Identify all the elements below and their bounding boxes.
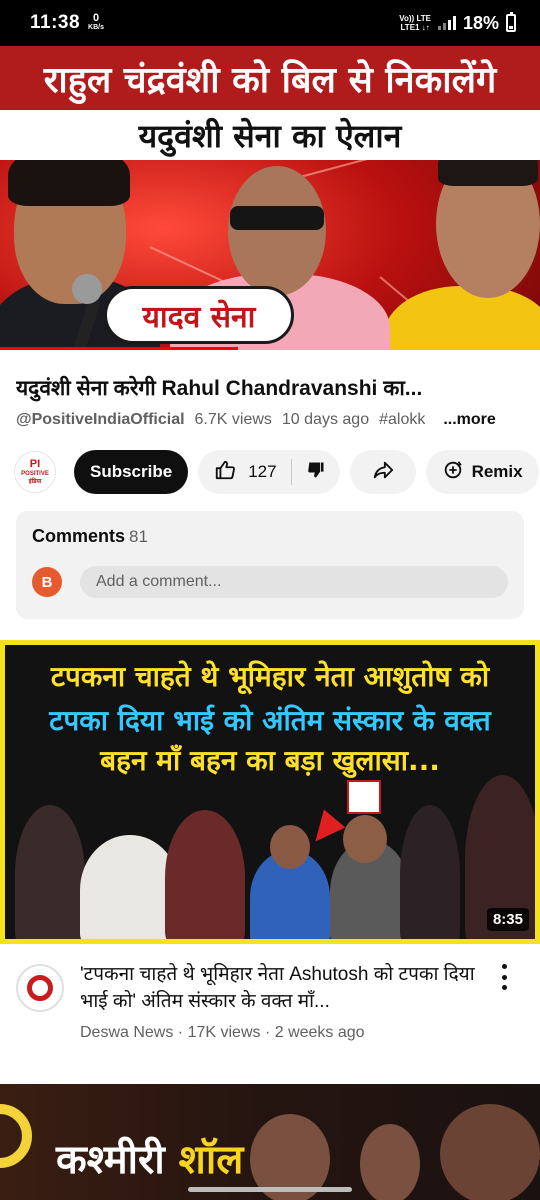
subscribe-button[interactable]: Subscribe xyxy=(74,450,189,494)
video-player[interactable]: राहुल चंद्रवंशी को बिल से निकालेंगे यदुव… xyxy=(0,46,540,350)
thumbs-up-icon[interactable] xyxy=(214,459,236,486)
rec-thumb-line3: बहन माँ बहन का बड़ा खुलासा... xyxy=(100,744,440,777)
battery-level: 18% xyxy=(462,12,499,33)
comments-title: Comments xyxy=(32,526,126,546)
gesture-bar xyxy=(0,1178,540,1200)
rec-thumb-line1: टपकना चाहते थे भूमिहार नेता आशुतोष को xyxy=(50,660,490,693)
like-dislike-group: 127 xyxy=(198,450,340,494)
channel-logo-initials: PI xyxy=(29,458,41,470)
video-duration: 8:35 xyxy=(486,908,529,931)
more-link[interactable]: ...more xyxy=(443,411,495,429)
more-options-icon[interactable] xyxy=(498,964,510,990)
network-bottom: LTE1 ↓↑ xyxy=(400,23,430,32)
thumbnail-banner-white: यदुवंशी सेना का ऐलान xyxy=(0,110,540,160)
like-divider xyxy=(290,459,292,485)
action-row: PI POSITIVE इंडिया Subscribe 127 Remix xyxy=(14,450,540,494)
thumbnail-banner-red: राहुल चंद्रवंशी को बिल से निकालेंगे xyxy=(0,46,540,110)
rec-thumb-line2: टपका दिया भाई को अंतिम संस्कार के वक्त xyxy=(49,704,491,737)
share-button[interactable] xyxy=(349,450,416,494)
like-count[interactable]: 127 xyxy=(248,462,276,482)
next-thumb-word1: कश्मीरी xyxy=(56,1137,165,1183)
battery-icon xyxy=(506,12,516,32)
ring-icon xyxy=(0,1104,32,1168)
status-right: Vo)) LTE LTE1 ↓↑ 18% xyxy=(399,12,516,34)
video-title[interactable]: यदुवंशी सेना करेगी Rahul Chandravanshi क… xyxy=(16,374,526,402)
recommended-video-thumbnail[interactable]: टपकना चाहते थे भूमिहार नेता आशुतोष को टप… xyxy=(0,640,540,944)
comments-heading: Comments 81 xyxy=(32,526,148,547)
thumbs-down-icon[interactable] xyxy=(306,460,326,485)
data-speed: 0 KB/s xyxy=(88,12,104,32)
remix-button[interactable]: Remix xyxy=(425,450,539,494)
add-comment-input[interactable]: Add a comment... xyxy=(80,566,508,598)
speech-bubble-text: यादव सेना xyxy=(142,299,256,335)
signal-icon xyxy=(437,16,456,30)
remix-icon xyxy=(442,459,464,486)
video-meta[interactable]: @PositiveIndiaOfficial 6.7K views 10 day… xyxy=(16,411,516,429)
recommended-video-meta: Deswa News · 17K views · 2 weeks ago xyxy=(80,1024,365,1041)
youtube-watch-page: 11:38 0 KB/s Vo)) LTE LTE1 ↓↑ 18% राहुल … xyxy=(0,0,540,1200)
recommended-video-title[interactable]: 'टपकना चाहते थे भूमिहार नेता Ashutosh को… xyxy=(80,961,480,1015)
data-speed-unit: KB/s xyxy=(88,24,104,31)
view-count: 6.7K views xyxy=(194,411,272,428)
comments-panel[interactable]: Comments 81 B Add a comment... xyxy=(16,511,524,619)
news-logo-icon xyxy=(347,780,381,814)
arrow-icon xyxy=(304,809,346,851)
data-speed-value: 0 xyxy=(92,12,100,24)
remix-label: Remix xyxy=(471,462,523,481)
status-bar: 11:38 0 KB/s Vo)) LTE LTE1 ↓↑ 18% xyxy=(0,0,540,46)
thumbnail-headline: राहुल चंद्रवंशी को बिल से निकालेंगे xyxy=(43,59,497,101)
share-icon xyxy=(372,459,394,486)
network-top: Vo)) LTE xyxy=(399,14,431,23)
channel-logo-name: POSITIVE इंडिया xyxy=(21,471,49,485)
recommended-video-info[interactable]: 'टपकना चाहते थे भूमिहार नेता Ashutosh को… xyxy=(0,944,540,1084)
status-time: 11:38 xyxy=(30,12,81,33)
channel-avatar[interactable]: PI POSITIVE इंडिया xyxy=(14,451,56,493)
user-avatar: B xyxy=(32,567,62,597)
next-thumb-word2: शॉल xyxy=(178,1137,244,1183)
video-details: यदुवंशी सेना करेगी Rahul Chandravanshi क… xyxy=(0,350,540,640)
channel-handle[interactable]: @PositiveIndiaOfficial xyxy=(16,411,185,429)
deswa-news-avatar[interactable] xyxy=(16,964,64,1012)
speech-bubble: यादव सेना xyxy=(104,286,294,344)
home-handle[interactable] xyxy=(188,1186,352,1192)
network-indicator: Vo)) LTE LTE1 ↓↑ xyxy=(399,14,431,32)
thumbnail-subheadline: यदुवंशी सेना का ऐलान xyxy=(138,116,402,155)
comments-count: 81 xyxy=(129,527,148,546)
upload-age: 10 days ago xyxy=(281,411,370,428)
hashtag[interactable]: #alokk xyxy=(379,411,425,429)
next-thumb-text: कश्मीरी शॉल xyxy=(56,1130,243,1185)
